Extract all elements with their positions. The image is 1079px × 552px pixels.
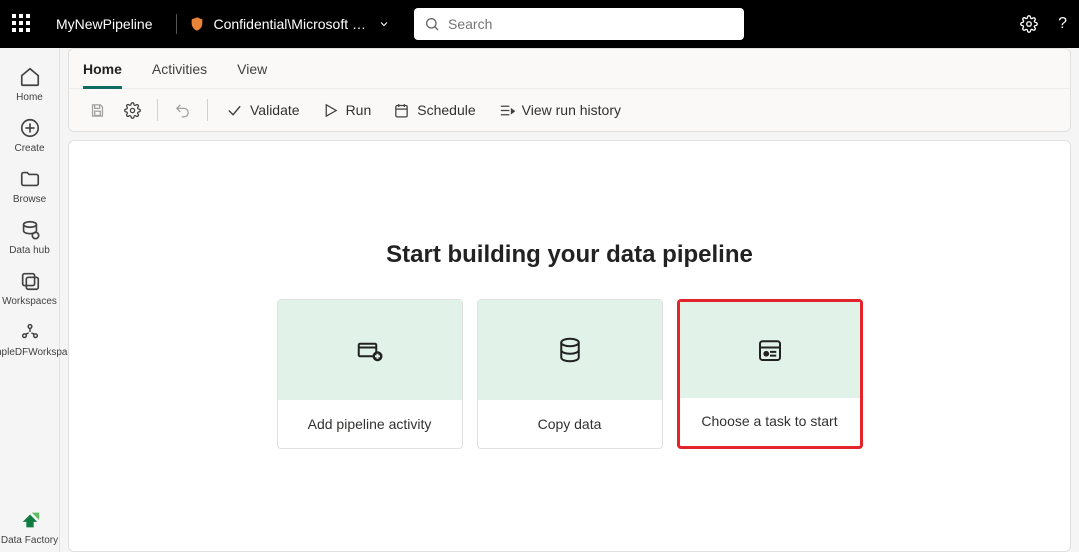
nav-create[interactable]: Create — [0, 109, 60, 160]
nav-datahub[interactable]: Data hub — [0, 211, 60, 262]
ribbon: Home Activities View Validate — [68, 48, 1071, 132]
canvas-title: Start building your data pipeline — [386, 241, 753, 269]
nav-home-label: Home — [16, 92, 43, 103]
card-icon-area — [478, 300, 662, 400]
save-icon — [89, 102, 106, 119]
top-bar-right: ? — [1020, 15, 1067, 33]
card-label: Copy data — [478, 400, 662, 448]
divider — [176, 14, 177, 34]
shield-icon — [189, 16, 205, 32]
play-icon — [322, 102, 339, 119]
toolbar-divider — [207, 99, 208, 121]
datafactory-icon — [19, 509, 41, 531]
search-icon — [424, 16, 440, 32]
nav-workspaces-label: Workspaces — [2, 296, 57, 307]
undo-button[interactable] — [168, 98, 197, 123]
nav-create-label: Create — [14, 143, 44, 154]
calendar-icon — [393, 102, 410, 119]
validate-button[interactable]: Validate — [218, 98, 308, 123]
schedule-button[interactable]: Schedule — [385, 98, 483, 123]
run-button[interactable]: Run — [314, 98, 380, 123]
validate-label: Validate — [250, 102, 300, 118]
card-icon-area — [278, 300, 462, 400]
run-label: Run — [346, 102, 372, 118]
plus-circle-icon — [19, 117, 41, 139]
settings-icon[interactable] — [1020, 15, 1038, 33]
main-layout: Home Create Browse Data hub Workspaces S… — [0, 48, 1079, 552]
nav-sample-workspace[interactable]: SampleDFWorkspace — [0, 313, 60, 364]
schedule-label: Schedule — [417, 102, 475, 118]
content-area: Home Activities View Validate — [60, 48, 1079, 552]
left-nav: Home Create Browse Data hub Workspaces S… — [0, 48, 60, 552]
folder-icon — [19, 168, 41, 190]
search-box[interactable] — [414, 8, 744, 40]
view-run-history-button[interactable]: View run history — [490, 98, 629, 123]
database-icon — [555, 335, 585, 365]
canvas: Start building your data pipeline Add pi… — [68, 140, 1071, 552]
nav-datahub-label: Data hub — [9, 245, 50, 256]
nav-workspaces[interactable]: Workspaces — [0, 262, 60, 313]
card-icon-area — [680, 302, 860, 398]
card-add-pipeline-activity[interactable]: Add pipeline activity — [277, 299, 463, 449]
search-input[interactable] — [448, 16, 734, 32]
card-label: Choose a task to start — [680, 398, 860, 444]
toolbar: Validate Run Schedule View run history — [69, 89, 1070, 131]
confidential-label: Confidential\Microsoft … — [213, 16, 366, 32]
card-copy-data[interactable]: Copy data — [477, 299, 663, 449]
home-icon — [19, 66, 41, 88]
cards-row: Add pipeline activity Copy data Choose a… — [277, 299, 863, 449]
ribbon-tabs: Home Activities View — [69, 49, 1070, 89]
history-label: View run history — [522, 102, 621, 118]
save-button[interactable] — [83, 98, 112, 123]
datahub-icon — [19, 219, 41, 241]
settings-button[interactable] — [118, 98, 147, 123]
tab-view[interactable]: View — [237, 49, 267, 89]
nav-home[interactable]: Home — [0, 58, 60, 109]
nav-datafactory-label: Data Factory — [1, 535, 58, 546]
chevron-down-icon[interactable] — [378, 18, 390, 30]
tab-home[interactable]: Home — [83, 49, 122, 89]
history-icon — [498, 102, 515, 119]
pipeline-name: MyNewPipeline — [56, 16, 152, 32]
nav-datafactory[interactable]: Data Factory — [0, 501, 60, 552]
undo-icon — [174, 102, 191, 119]
toolbar-divider — [157, 99, 158, 121]
help-icon[interactable]: ? — [1058, 15, 1067, 33]
tab-activities[interactable]: Activities — [152, 49, 207, 89]
workspace-icon — [19, 321, 41, 343]
check-icon — [226, 102, 243, 119]
nav-browse-label: Browse — [13, 194, 46, 205]
workspaces-icon — [19, 270, 41, 292]
nav-browse[interactable]: Browse — [0, 160, 60, 211]
gear-icon — [124, 102, 141, 119]
card-label: Add pipeline activity — [278, 400, 462, 448]
top-bar: MyNewPipeline Confidential\Microsoft … ? — [0, 0, 1079, 48]
pipeline-activity-icon — [355, 335, 385, 365]
task-icon — [755, 335, 785, 365]
card-choose-task[interactable]: Choose a task to start — [677, 299, 863, 449]
app-launcher-icon[interactable] — [12, 14, 32, 34]
